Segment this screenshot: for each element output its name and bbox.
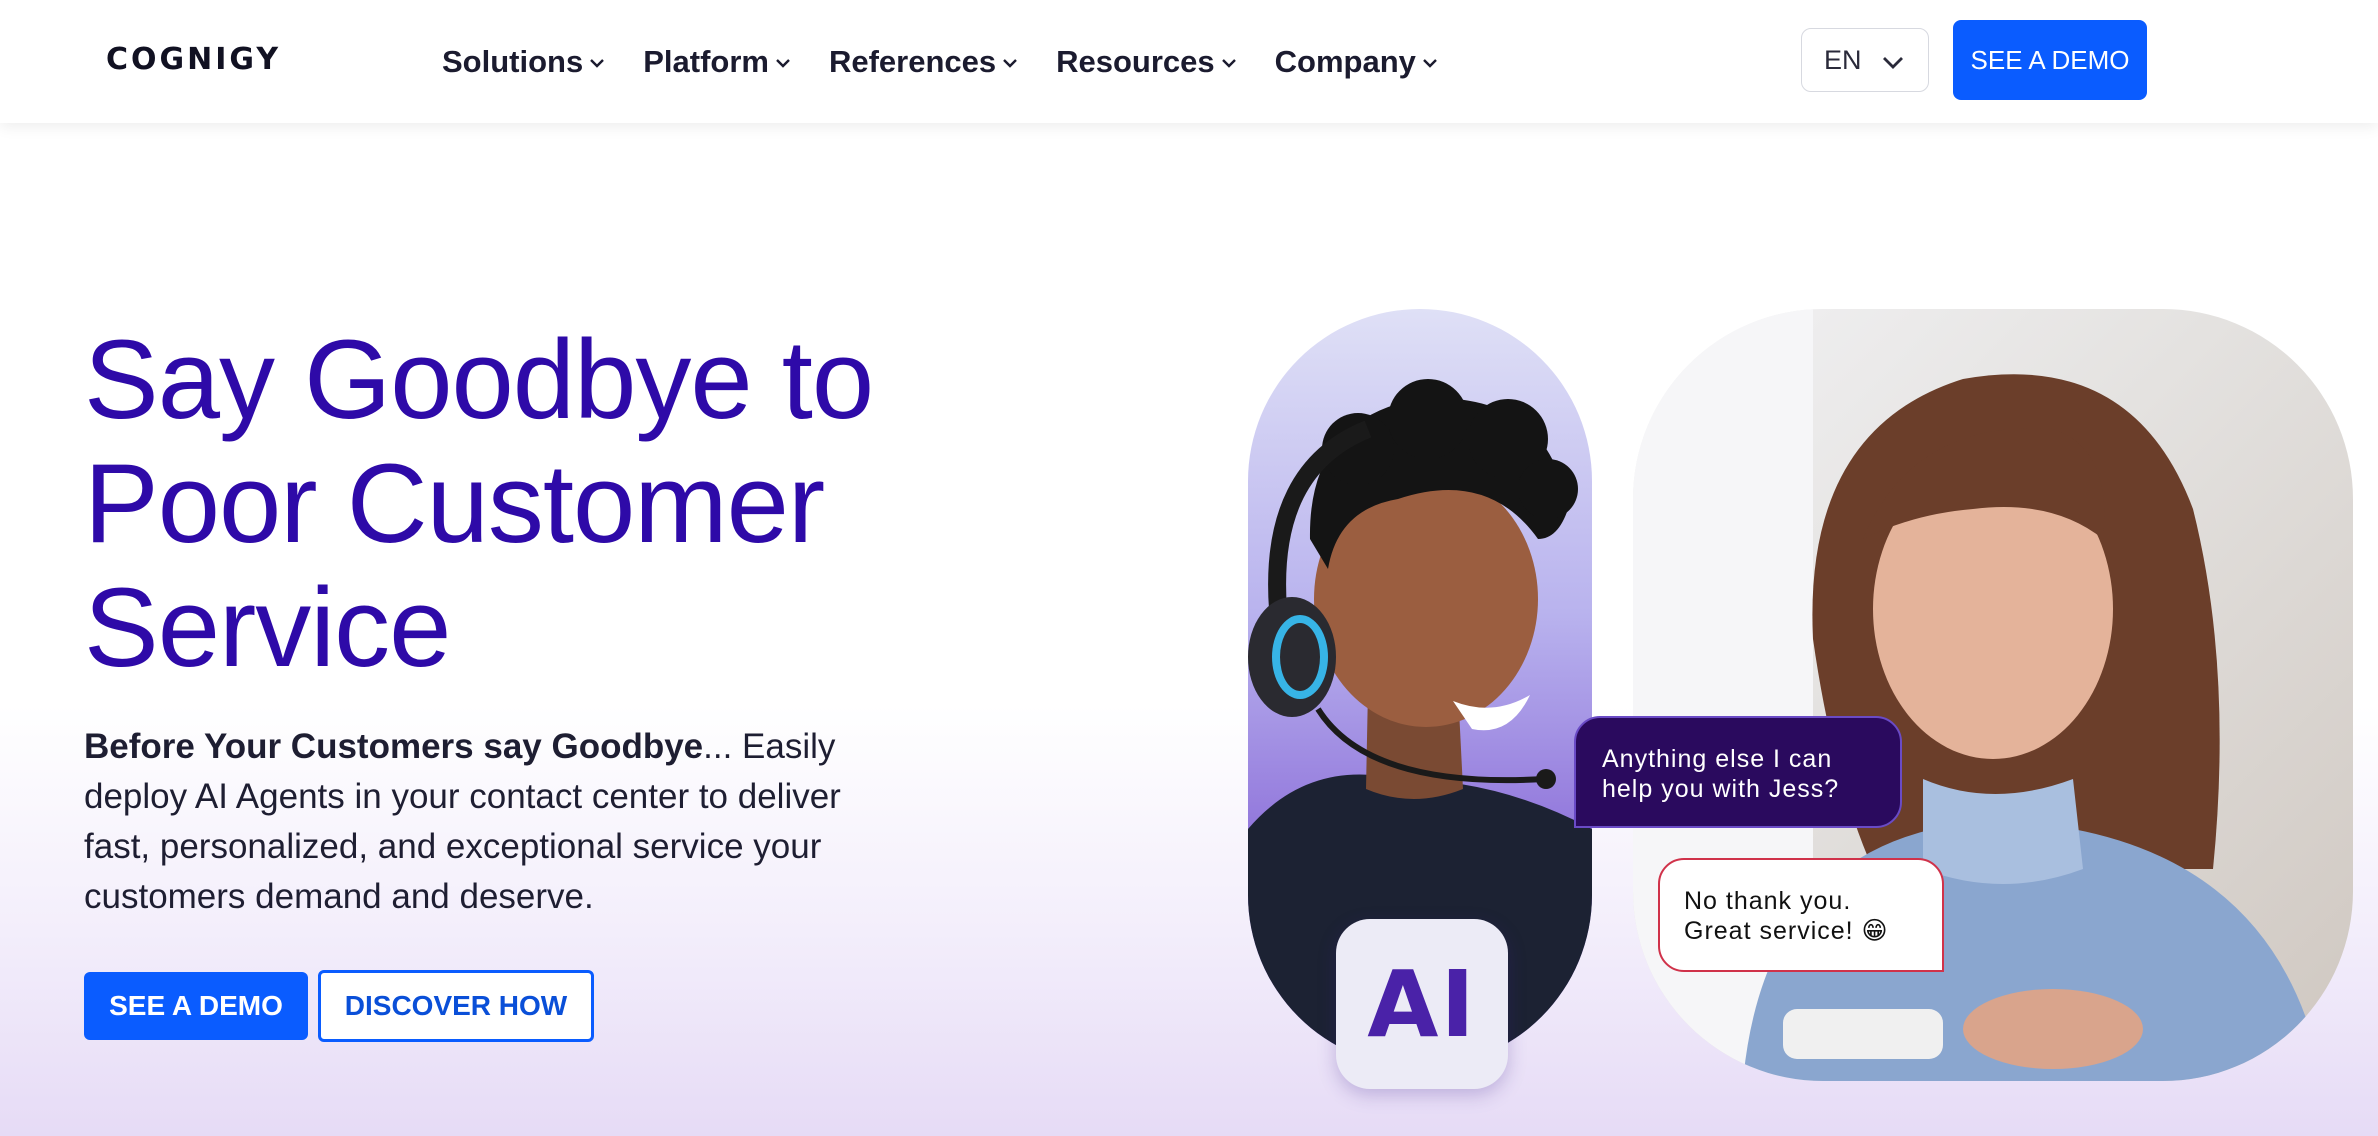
ai-badge: AI — [1336, 919, 1508, 1089]
language-code: EN — [1824, 44, 1862, 75]
nav-solutions[interactable]: Solutions — [442, 38, 607, 86]
chevron-down-icon — [1003, 59, 1017, 68]
hero-title: Say Goodbye to Poor Customer Service — [84, 318, 984, 690]
nav-references[interactable]: References — [829, 38, 1020, 86]
see-demo-header-button[interactable]: SEE A DEMO — [1953, 20, 2147, 100]
chevron-down-icon — [776, 59, 790, 68]
ai-badge-label: AI — [1367, 950, 1477, 1058]
cognigy-logo[interactable]: COGNIGY — [106, 42, 281, 77]
language-select[interactable]: EN — [1801, 28, 1929, 92]
nav-label: References — [828, 44, 997, 79]
chevron-down-icon — [1423, 59, 1437, 68]
chevron-down-icon — [1221, 59, 1236, 68]
agent-chat-bubble: Anything else I can help you with Jess? — [1574, 716, 1902, 828]
hero-description-bold: Before Your Customers say Goodbye — [84, 727, 704, 766]
nav-resources[interactable]: Resources — [1056, 38, 1239, 86]
main-nav: Solutions Platform References Resources … — [442, 38, 1476, 86]
nav-platform[interactable]: Platform — [643, 38, 793, 86]
nav-company[interactable]: Company — [1275, 38, 1440, 86]
discover-how-button[interactable]: DISCOVER HOW — [318, 970, 594, 1042]
hero-description: Before Your Customers say Goodbye... Eas… — [84, 722, 864, 922]
hero-title-line: Say Goodbye to — [84, 317, 874, 442]
nav-label: Platform — [643, 44, 769, 79]
site-header: COGNIGY Solutions Platform References Re… — [0, 0, 2378, 123]
chevron-down-icon — [1883, 57, 1903, 69]
hero-title-line: Poor Customer — [84, 441, 825, 566]
nav-label: Solutions — [442, 44, 584, 79]
chevron-down-icon — [590, 59, 605, 68]
nav-label: Company — [1274, 44, 1416, 79]
see-demo-button[interactable]: SEE A DEMO — [84, 972, 308, 1040]
customer-chat-bubble: No thank you. Great service! 😁 — [1658, 858, 1944, 972]
nav-label: Resources — [1056, 44, 1215, 79]
hero-title-line: Service — [84, 565, 451, 690]
